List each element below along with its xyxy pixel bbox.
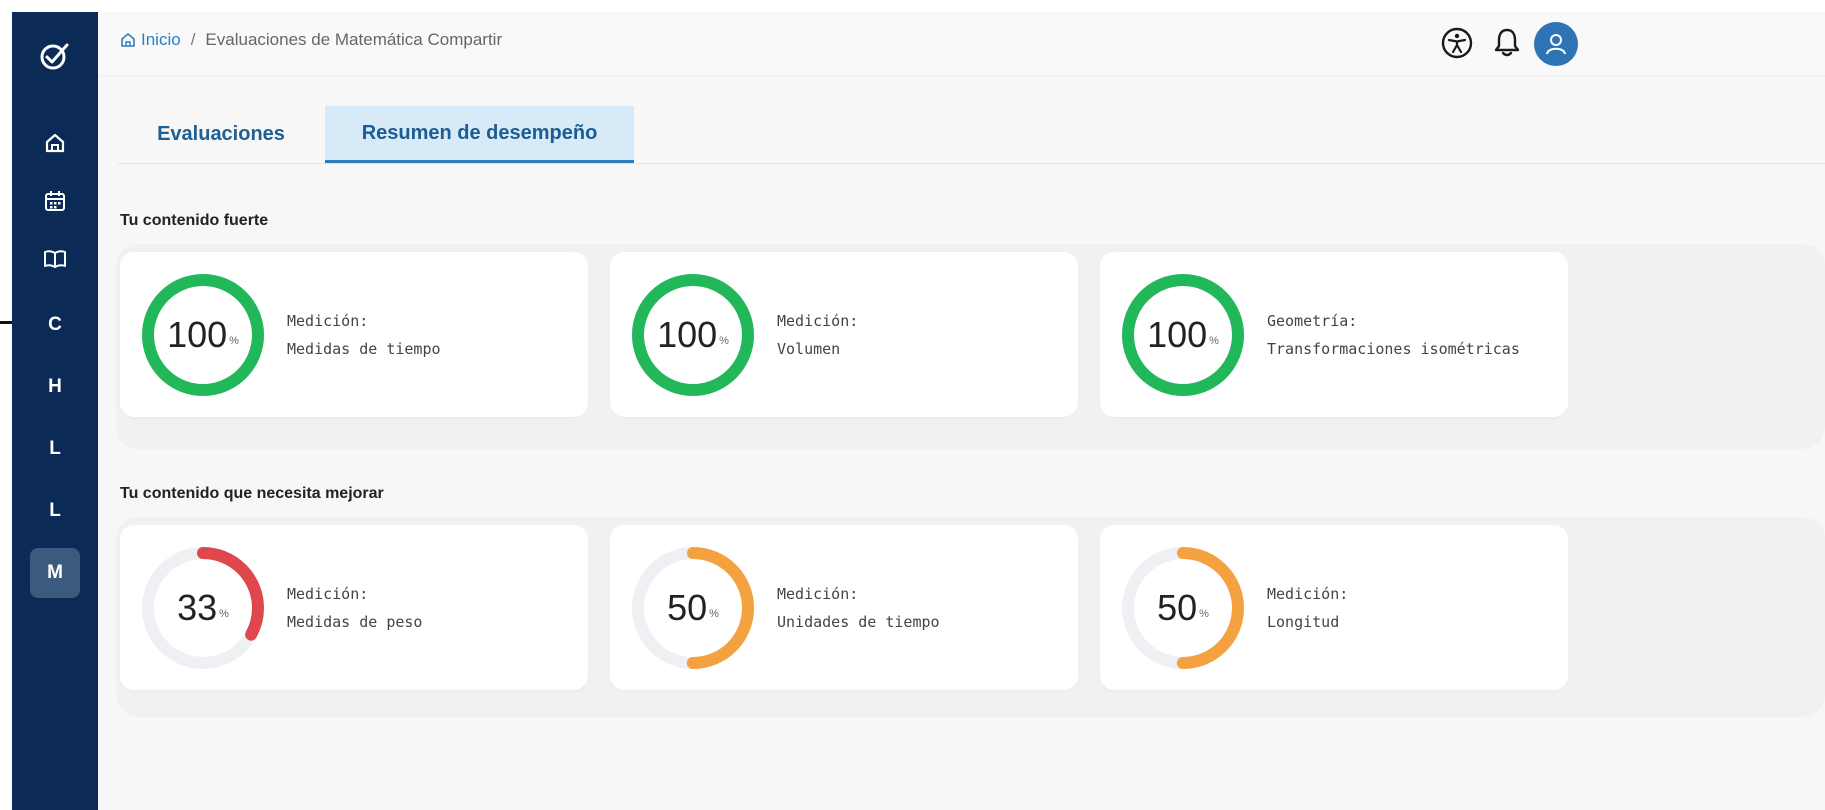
topic-name: Medidas de tiempo bbox=[287, 340, 441, 358]
percent-label: 50 % bbox=[628, 543, 758, 673]
percent-value: 33 bbox=[177, 587, 218, 628]
topic-text: Geometría: Transformaciones isométricas bbox=[1267, 307, 1520, 363]
topic-text: Medición: Unidades de tiempo bbox=[777, 580, 940, 636]
percent-label: 100 % bbox=[1118, 270, 1248, 400]
check-badge-icon[interactable] bbox=[39, 40, 71, 72]
top-bar: Inicio / Evaluaciones de Matemática Comp… bbox=[98, 12, 1825, 76]
tab-evaluaciones[interactable]: Evaluaciones bbox=[118, 106, 324, 163]
sidebar-item-l1[interactable]: L bbox=[30, 424, 80, 474]
topic-category: Medición: bbox=[1267, 585, 1349, 603]
percent-label: 33 % bbox=[138, 543, 268, 673]
percent-sign: % bbox=[1209, 335, 1219, 347]
percent-sign: % bbox=[719, 335, 729, 347]
percent-value: 50 bbox=[1157, 587, 1198, 628]
strong-card[interactable]: 100 % Geometría: Transformaciones isomét… bbox=[1100, 252, 1568, 417]
improve-card[interactable]: 50 % Medición: Unidades de tiempo bbox=[610, 525, 1078, 690]
percent-sign: % bbox=[709, 608, 719, 620]
strong-card[interactable]: 100 % Medición: Medidas de tiempo bbox=[120, 252, 588, 417]
home-icon[interactable] bbox=[42, 130, 68, 156]
main-content: Inicio / Evaluaciones de Matemática Comp… bbox=[98, 12, 1825, 810]
improve-card[interactable]: 33 % Medición: Medidas de peso bbox=[120, 525, 588, 690]
accessibility-icon[interactable] bbox=[1440, 26, 1474, 60]
section-title-strong: Tu contenido fuerte bbox=[120, 212, 269, 229]
percent-sign: % bbox=[219, 608, 229, 620]
calendar-icon[interactable] bbox=[42, 188, 68, 214]
percent-label: 100 % bbox=[138, 270, 268, 400]
bell-icon[interactable] bbox=[1492, 26, 1522, 60]
breadcrumb-separator: / bbox=[190, 30, 196, 49]
topic-category: Medición: bbox=[777, 585, 859, 603]
tab-resumen-desempeno[interactable]: Resumen de desempeño bbox=[325, 106, 634, 163]
tab-bar: Evaluaciones Resumen de desempeño bbox=[118, 106, 1825, 164]
avatar[interactable] bbox=[1534, 22, 1578, 66]
percent-value: 100 bbox=[657, 314, 718, 355]
percent-sign: % bbox=[1199, 608, 1209, 620]
section-title-improve: Tu contenido que necesita mejorar bbox=[120, 485, 384, 502]
topic-name: Longitud bbox=[1267, 613, 1340, 631]
topic-name: Volumen bbox=[777, 340, 841, 358]
strong-card[interactable]: 100 % Medición: Volumen bbox=[610, 252, 1078, 417]
sidebar-item-c[interactable]: C bbox=[30, 300, 80, 350]
percent-value: 50 bbox=[667, 587, 708, 628]
topic-category: Medición: bbox=[777, 312, 859, 330]
topic-text: Medición: Volumen bbox=[777, 307, 858, 363]
book-icon[interactable] bbox=[42, 246, 68, 272]
breadcrumb: Inicio / Evaluaciones de Matemática Comp… bbox=[120, 30, 502, 50]
topic-text: Medición: Medidas de tiempo bbox=[287, 307, 441, 363]
breadcrumb-current: Evaluaciones de Matemática Compartir bbox=[205, 30, 503, 49]
sidebar: C H L L M bbox=[12, 12, 98, 810]
strong-cards-band: 100 % Medición: Medidas de tiempo 100 % … bbox=[116, 244, 1825, 449]
percent-value: 100 bbox=[1147, 314, 1208, 355]
topic-name: Transformaciones isométricas bbox=[1267, 340, 1520, 358]
user-avatar-icon bbox=[1546, 34, 1566, 55]
percent-sign: % bbox=[229, 335, 239, 347]
improve-cards-band: 33 % Medición: Medidas de peso 50 % Medi… bbox=[116, 517, 1825, 717]
topic-category: Geometría: bbox=[1267, 312, 1358, 330]
topic-name: Medidas de peso bbox=[287, 613, 423, 631]
topic-name: Unidades de tiempo bbox=[777, 613, 940, 631]
percent-label: 50 % bbox=[1118, 543, 1248, 673]
topic-category: Medición: bbox=[287, 585, 369, 603]
topic-category: Medición: bbox=[287, 312, 369, 330]
percent-label: 100 % bbox=[628, 270, 758, 400]
sidebar-item-h[interactable]: H bbox=[30, 362, 80, 412]
home-icon[interactable] bbox=[120, 32, 136, 48]
improve-card[interactable]: 50 % Medición: Longitud bbox=[1100, 525, 1568, 690]
sidebar-item-m[interactable]: M bbox=[30, 548, 80, 598]
topic-text: Medición: Longitud bbox=[1267, 580, 1348, 636]
edge-marker bbox=[0, 321, 12, 324]
breadcrumb-home-link[interactable]: Inicio bbox=[141, 30, 181, 50]
topic-text: Medición: Medidas de peso bbox=[287, 580, 422, 636]
sidebar-item-l2[interactable]: L bbox=[30, 486, 80, 536]
percent-value: 100 bbox=[167, 314, 228, 355]
